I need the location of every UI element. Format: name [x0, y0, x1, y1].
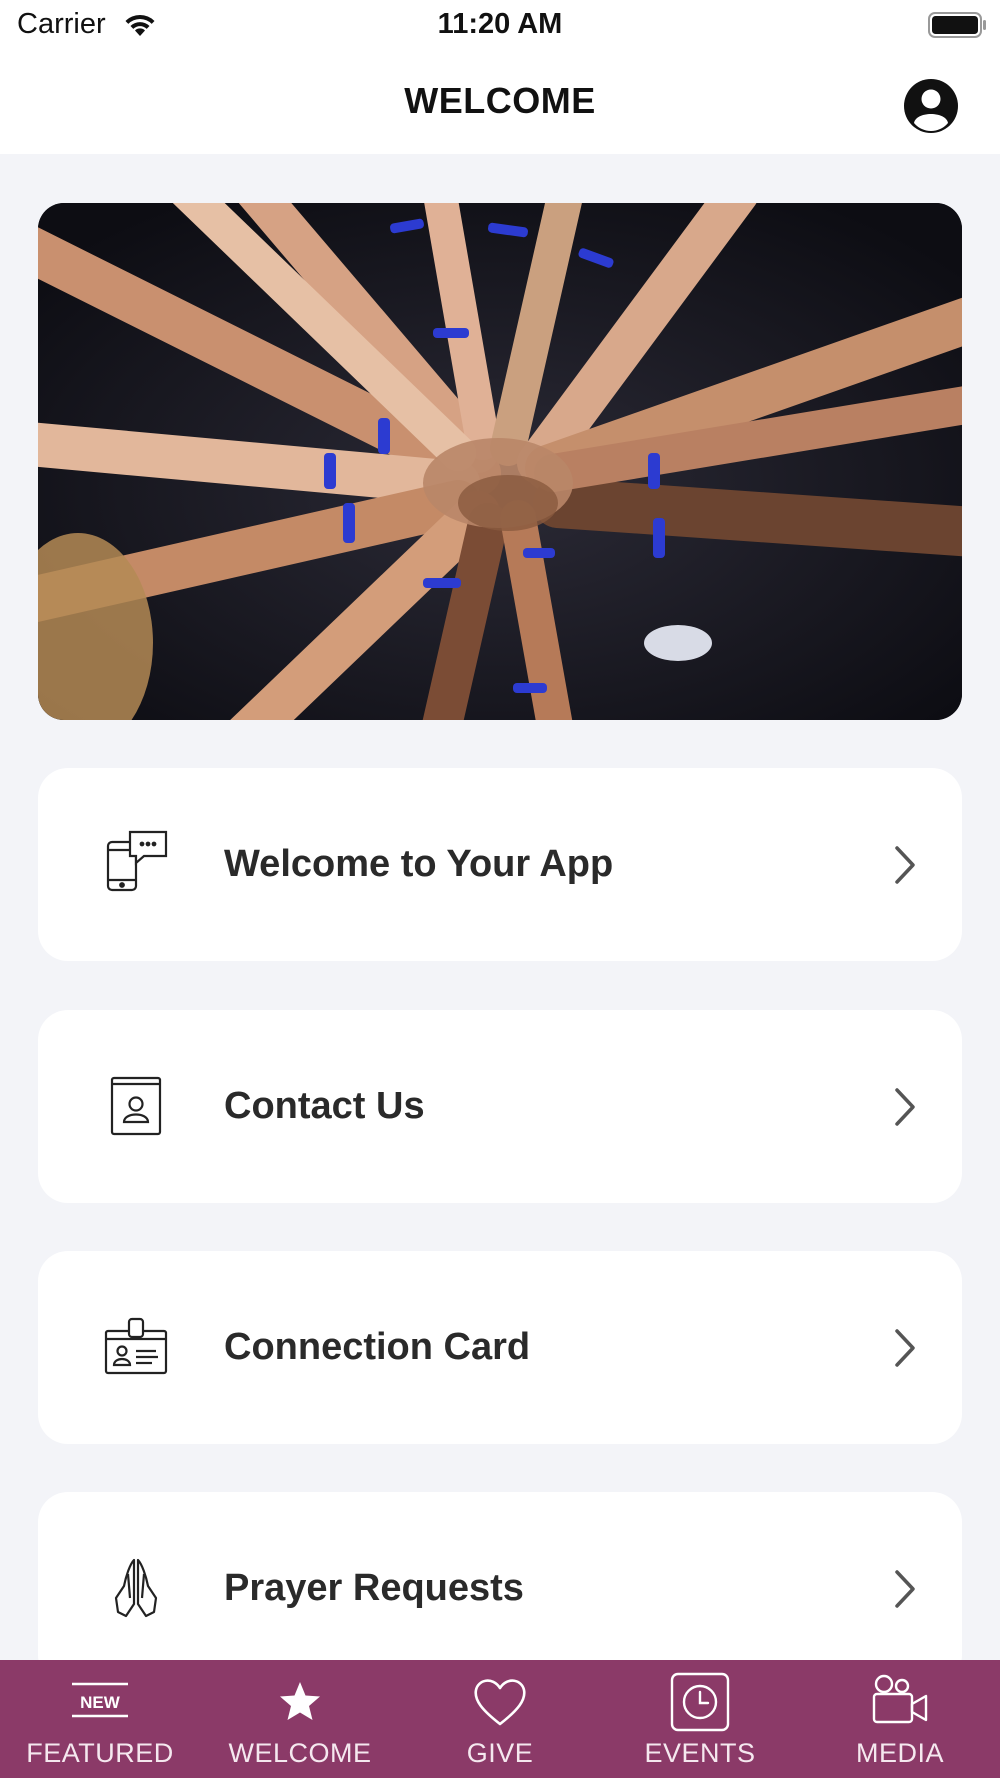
new-badge-text: NEW — [80, 1693, 121, 1712]
clock-icon — [670, 1672, 730, 1732]
battery-icon — [928, 12, 988, 43]
menu-item-label: Prayer Requests — [224, 1567, 524, 1609]
phone-chat-icon — [100, 828, 172, 900]
menu-item-label: Welcome to Your App — [224, 843, 614, 885]
menu-item-label: Contact Us — [224, 1085, 425, 1127]
page-title: WELCOME — [404, 80, 596, 121]
menu-item-prayer-requests[interactable]: Prayer Requests — [38, 1492, 962, 1685]
tab-label: MEDIA — [855, 1738, 944, 1768]
clock-time: 11:20 AM — [437, 8, 563, 40]
chevron-right-icon — [891, 844, 919, 886]
id-badge-icon — [100, 1311, 172, 1383]
new-badge-icon: NEW — [70, 1672, 130, 1732]
status-bar: Carrier 11:20 AM — [0, 0, 1000, 50]
tab-give[interactable]: GIVE — [400, 1660, 600, 1778]
navigation-bar: WELCOME — [0, 50, 1000, 154]
menu-item-label: Connection Card — [224, 1326, 531, 1368]
tab-media[interactable]: MEDIA — [800, 1660, 1000, 1778]
tab-featured[interactable]: NEW FEATURED — [0, 1660, 200, 1778]
star-icon — [270, 1672, 330, 1732]
tab-label: GIVE — [466, 1738, 534, 1768]
tab-label: WELCOME — [228, 1738, 372, 1768]
tab-events[interactable]: EVENTS — [600, 1660, 800, 1778]
tab-label: FEATURED — [26, 1738, 174, 1768]
tab-bar: NEW FEATURED WELCOME GIVE EVENTS MEDIA — [0, 1660, 1000, 1778]
menu-item-welcome[interactable]: Welcome to Your App — [38, 768, 962, 961]
praying-hands-icon — [100, 1552, 172, 1624]
tab-label: EVENTS — [644, 1738, 756, 1768]
menu-item-contact-us[interactable]: Contact Us — [38, 1010, 962, 1203]
menu-item-connection-card[interactable]: Connection Card — [38, 1251, 962, 1444]
chevron-right-icon — [891, 1086, 919, 1128]
chevron-right-icon — [891, 1568, 919, 1610]
hero-image — [38, 203, 962, 720]
contact-book-icon — [100, 1070, 172, 1142]
tab-welcome[interactable]: WELCOME — [200, 1660, 400, 1778]
video-camera-icon — [870, 1672, 930, 1732]
heart-icon — [470, 1672, 530, 1732]
user-circle-icon[interactable] — [902, 77, 960, 135]
chevron-right-icon — [891, 1327, 919, 1369]
